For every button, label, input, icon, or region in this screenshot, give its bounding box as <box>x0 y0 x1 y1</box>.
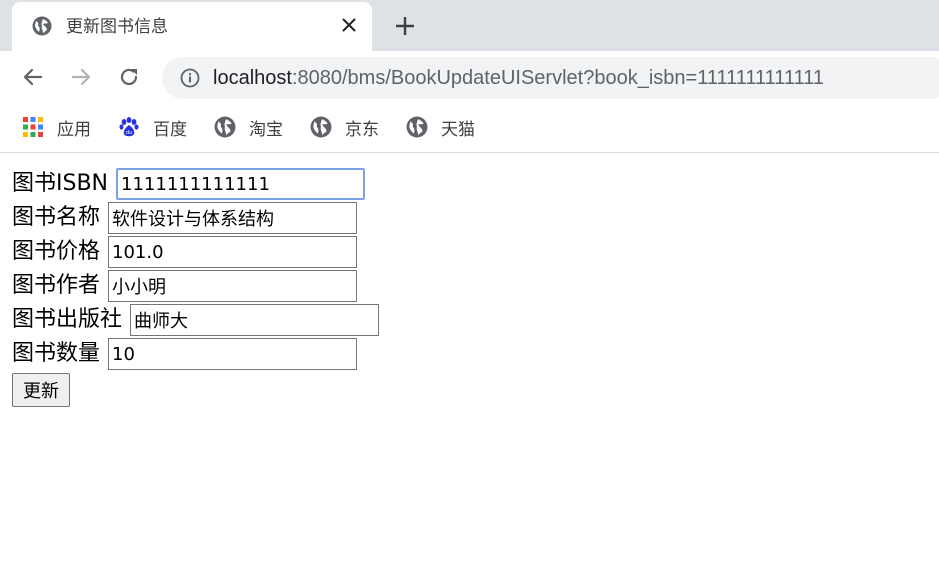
price-label: 图书价格 <box>12 239 101 264</box>
globe-icon <box>32 16 52 36</box>
address-bar[interactable]: localhost:8080/bms/BookUpdateUIServlet?b… <box>162 57 939 99</box>
bookmark-label: 应用 <box>57 119 91 140</box>
isbn-label: 图书ISBN <box>12 171 109 196</box>
url-text[interactable]: localhost:8080/bms/BookUpdateUIServlet?b… <box>213 66 824 90</box>
publisher-label: 图书出版社 <box>12 307 123 332</box>
quantity-input[interactable] <box>108 338 358 370</box>
reload-button[interactable] <box>115 63 143 91</box>
author-label: 图书作者 <box>12 273 101 298</box>
bookmarks-bar: 应用 du 百度 淘宝 京东 天猫 <box>0 105 939 153</box>
bookmark-apps[interactable]: 应用 <box>22 115 91 140</box>
form-row-isbn: 图书ISBN <box>12 167 912 201</box>
url-path: :8080/bms/BookUpdateUIServlet?book_isbn=… <box>291 67 824 89</box>
browser-toolbar: localhost:8080/bms/BookUpdateUIServlet?b… <box>0 51 939 105</box>
bookmark-label: 淘宝 <box>249 119 283 140</box>
tab-strip: 更新图书信息 <box>0 0 939 51</box>
svg-text:du: du <box>126 130 132 136</box>
arrow-left-icon <box>23 68 43 86</box>
publisher-input[interactable] <box>130 304 380 336</box>
bookmark-label: 天猫 <box>441 119 475 140</box>
bookmark-tmall[interactable]: 天猫 <box>406 115 475 140</box>
forward-button[interactable] <box>67 63 95 91</box>
form-row-author: 图书作者 <box>12 269 912 303</box>
form-row-name: 图书名称 <box>12 201 912 235</box>
isbn-input[interactable] <box>116 168 366 200</box>
url-host: localhost <box>213 67 292 89</box>
close-icon <box>342 18 356 32</box>
browser-tab[interactable]: 更新图书信息 <box>12 2 372 51</box>
author-input[interactable] <box>108 270 358 302</box>
name-label: 图书名称 <box>12 205 101 230</box>
baidu-paw-icon: du <box>119 117 139 137</box>
update-button[interactable]: 更新 <box>12 373 70 407</box>
name-input[interactable] <box>108 202 358 234</box>
new-tab-button[interactable] <box>392 13 418 39</box>
info-icon[interactable] <box>180 68 200 88</box>
plus-icon <box>396 17 414 35</box>
arrow-right-icon <box>71 68 91 86</box>
globe-icon <box>214 116 236 138</box>
globe-icon <box>406 116 428 138</box>
form-row-publisher: 图书出版社 <box>12 303 912 337</box>
quantity-label: 图书数量 <box>12 341 101 366</box>
close-tab-button[interactable] <box>338 14 360 36</box>
apps-grid-icon <box>23 117 43 137</box>
globe-icon <box>310 116 332 138</box>
bookmark-jd[interactable]: 京东 <box>310 115 379 140</box>
reload-icon <box>120 68 138 86</box>
bookmark-taobao[interactable]: 淘宝 <box>214 115 283 140</box>
bookmark-label: 京东 <box>345 119 379 140</box>
bookmark-baidu[interactable]: du 百度 <box>118 115 187 140</box>
bookmark-label: 百度 <box>153 119 187 140</box>
tab-title: 更新图书信息 <box>66 17 168 37</box>
form-row-price: 图书价格 <box>12 235 912 269</box>
book-update-form: 图书ISBN 图书名称 图书价格 图书作者 图书出版社 图书数量 更新 <box>12 167 912 407</box>
back-button[interactable] <box>19 63 47 91</box>
form-row-quantity: 图书数量 <box>12 337 912 371</box>
price-input[interactable] <box>108 236 358 268</box>
